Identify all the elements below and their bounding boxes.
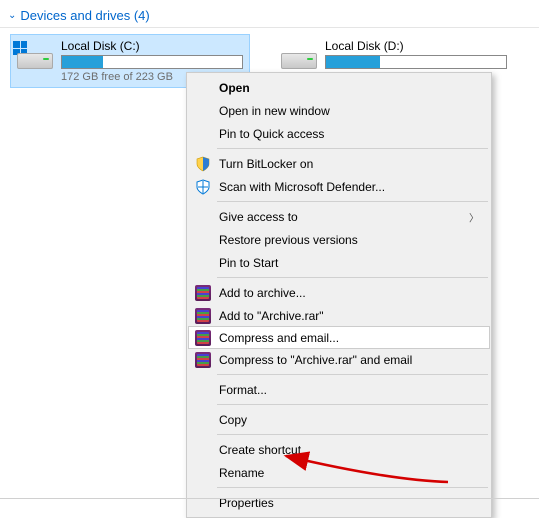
menu-item-label: Open	[219, 81, 250, 95]
winrar-icon	[195, 308, 211, 324]
context-menu: Open Open in new window Pin to Quick acces…	[186, 72, 492, 518]
menu-item[interactable]: Format...	[189, 378, 489, 401]
menu-item-label: Restore previous versions	[219, 233, 358, 247]
menu-item-label: Open in new window	[219, 104, 330, 118]
menu-item-label: Pin to Start	[219, 256, 278, 270]
menu-item-label: Scan with Microsoft Defender...	[219, 180, 385, 194]
menu-item[interactable]: Scan with Microsoft Defender...	[189, 175, 489, 198]
menu-item-label: Give access to	[219, 210, 298, 224]
winrar-icon	[195, 285, 211, 301]
menu-item[interactable]: Copy	[189, 408, 489, 431]
drive-usage-bar	[325, 55, 507, 69]
menu-item-label: Create shortcut	[219, 443, 301, 457]
menu-item[interactable]: Rename	[189, 461, 489, 484]
menu-separator	[217, 201, 488, 202]
defender-icon	[195, 179, 211, 195]
drive-item[interactable]: Local Disk (D:)	[274, 34, 514, 76]
menu-separator	[217, 487, 488, 488]
menu-item-label: Compress to "Archive.rar" and email	[219, 353, 412, 367]
drive-icon	[281, 41, 317, 69]
menu-item-label: Pin to Quick access	[219, 127, 324, 141]
menu-item[interactable]: Open	[189, 76, 489, 99]
menu-item[interactable]: Pin to Start	[189, 251, 489, 274]
menu-item-label: Add to archive...	[219, 286, 306, 300]
menu-item[interactable]: Pin to Quick access	[189, 122, 489, 145]
menu-item-label: Turn BitLocker on	[219, 157, 313, 171]
section-header[interactable]: ⌄ Devices and drives (4)	[0, 0, 539, 28]
menu-item[interactable]: Open in new window	[189, 99, 489, 122]
menu-item-label: Format...	[219, 383, 267, 397]
menu-item[interactable]: Properties	[189, 491, 489, 514]
menu-item[interactable]: Turn BitLocker on	[189, 152, 489, 175]
divider	[0, 498, 539, 499]
menu-separator	[217, 404, 488, 405]
drive-usage-bar	[61, 55, 243, 69]
menu-item[interactable]: Compress to "Archive.rar" and email	[189, 348, 489, 371]
chevron-right-icon: 〉	[469, 209, 479, 224]
menu-item[interactable]: Restore previous versions	[189, 228, 489, 251]
menu-item[interactable]: Add to "Archive.rar"	[189, 304, 489, 327]
menu-item[interactable]: Add to archive...	[189, 281, 489, 304]
winrar-icon	[195, 352, 211, 368]
menu-separator	[217, 434, 488, 435]
menu-item-label: Compress and email...	[219, 331, 339, 345]
menu-item-label: Add to "Archive.rar"	[219, 309, 324, 323]
section-title: Devices and drives (4)	[20, 8, 149, 23]
drive-name: Local Disk (C:)	[61, 39, 243, 53]
shield-icon	[195, 156, 211, 172]
drive-icon	[17, 41, 53, 69]
winrar-icon	[195, 330, 211, 346]
chevron-down-icon: ⌄	[8, 10, 16, 21]
menu-item[interactable]: Compress and email...	[188, 326, 490, 349]
menu-item-label: Copy	[219, 413, 247, 427]
menu-item[interactable]: Create shortcut	[189, 438, 489, 461]
menu-item-label: Rename	[219, 466, 264, 480]
menu-item[interactable]: Give access to 〉	[189, 205, 489, 228]
drive-name: Local Disk (D:)	[325, 39, 507, 53]
menu-separator	[217, 374, 488, 375]
menu-separator	[217, 148, 488, 149]
menu-separator	[217, 277, 488, 278]
